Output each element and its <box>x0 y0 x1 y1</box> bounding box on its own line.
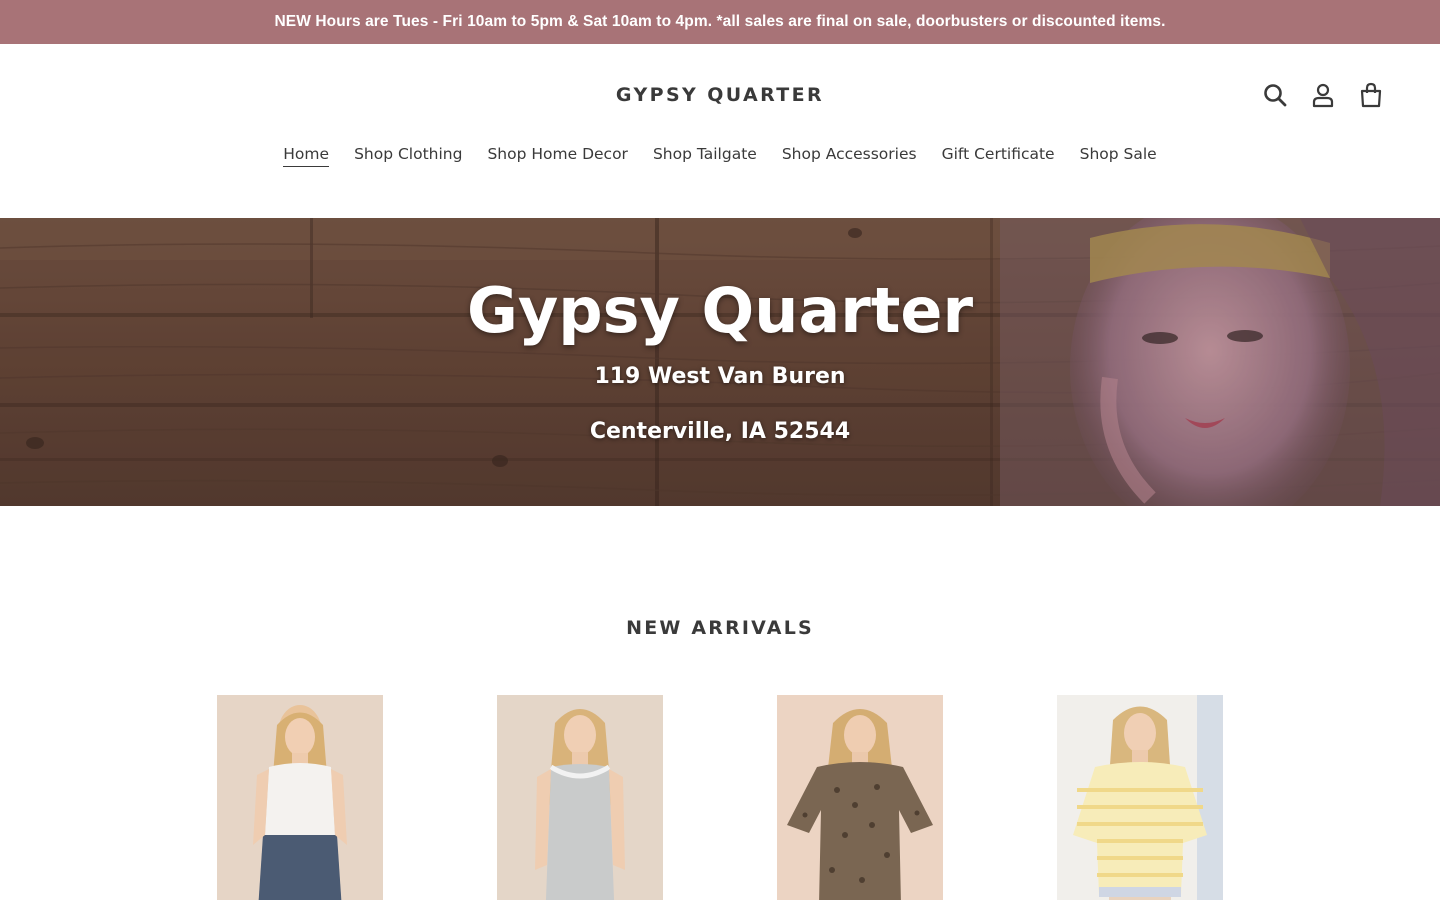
main-nav: Home Shop Clothing Shop Home Decor Shop … <box>0 145 1440 167</box>
nav-item-shop-tailgate[interactable]: Shop Tailgate <box>653 145 757 167</box>
nav-item-home[interactable]: Home <box>283 145 330 167</box>
nav-item-shop-clothing[interactable]: Shop Clothing <box>354 145 462 167</box>
hero-banner: Gypsy Quarter 119 West Van Buren Centerv… <box>0 218 1440 506</box>
product-image <box>217 695 383 900</box>
announcement-bar: NEW Hours are Tues - Fri 10am to 5pm & S… <box>0 0 1440 44</box>
nav-item-shop-accessories[interactable]: Shop Accessories <box>782 145 917 167</box>
nav-item-gift-certificate[interactable]: Gift Certificate <box>942 145 1055 167</box>
nav-item-shop-home-decor[interactable]: Shop Home Decor <box>487 145 627 167</box>
site-logo[interactable]: GYPSY QUARTER <box>0 84 1440 106</box>
account-icon[interactable] <box>1310 82 1336 108</box>
header-actions <box>1262 82 1384 108</box>
product-card[interactable] <box>497 695 663 900</box>
product-image <box>777 695 943 900</box>
hero-address-line1: 119 West Van Buren <box>594 364 846 389</box>
product-card[interactable] <box>1057 695 1223 900</box>
product-image <box>1057 695 1223 900</box>
product-image <box>497 695 663 900</box>
site-header: GYPSY QUARTER Home Shop Clothing Shop Ho… <box>0 44 1440 218</box>
cart-icon[interactable] <box>1358 82 1384 108</box>
hero-background-image <box>0 218 1440 506</box>
announcement-text: NEW Hours are Tues - Fri 10am to 5pm & S… <box>274 13 1166 30</box>
nav-item-shop-sale[interactable]: Shop Sale <box>1080 145 1157 167</box>
hero-address-line2: Centerville, IA 52544 <box>589 419 851 444</box>
search-icon[interactable] <box>1262 82 1288 108</box>
product-card[interactable] <box>777 695 943 900</box>
product-card[interactable] <box>217 695 383 900</box>
new-arrivals-title: NEW ARRIVALS <box>626 617 814 639</box>
hero-title: Gypsy Quarter <box>466 274 974 347</box>
